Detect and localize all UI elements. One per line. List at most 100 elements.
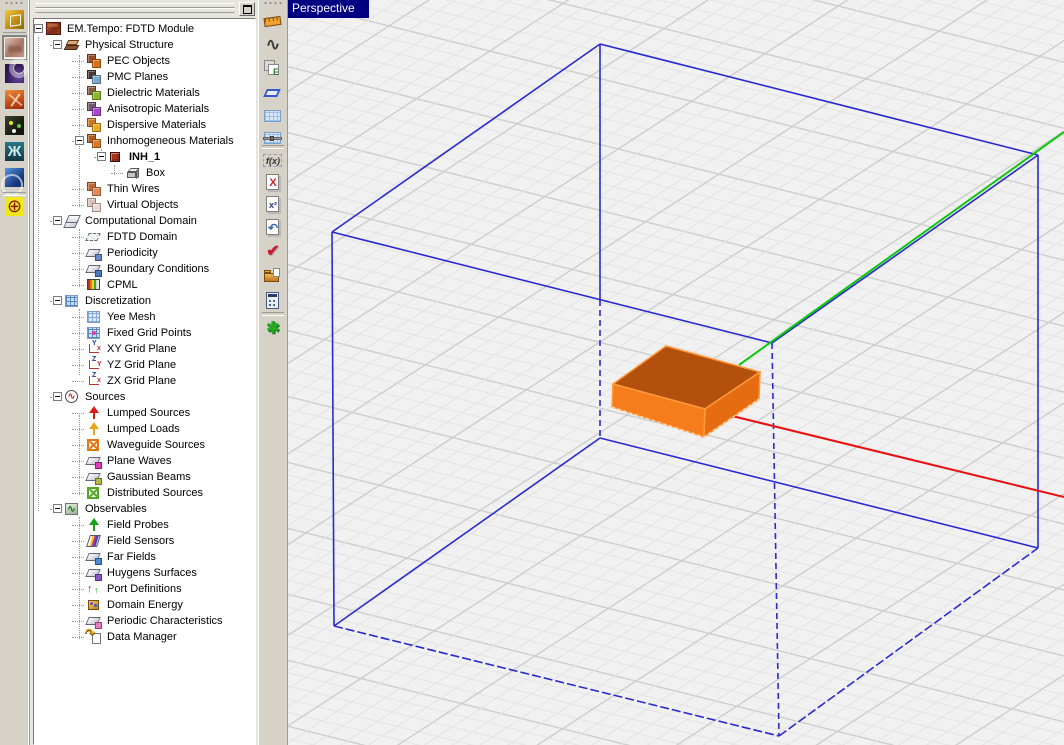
sine-curve-button[interactable]: ∿ [261, 33, 285, 57]
tree-item-discretization[interactable]: Discretization [34, 293, 255, 309]
module-toolbar: Ж⊕ [0, 0, 30, 745]
toolbar-grip[interactable] [4, 1, 24, 5]
tree-item-dielectric-materials[interactable]: Dielectric Materials [34, 85, 255, 101]
tree-item-far-fields[interactable]: Far Fields [34, 549, 255, 565]
calculator-button[interactable] [261, 289, 285, 313]
tree-item-thin-wires[interactable]: Thin Wires [34, 181, 255, 197]
boundary-conditions-icon [86, 261, 102, 277]
tree-expander[interactable] [53, 40, 62, 49]
tree-item-boundary-conditions[interactable]: Boundary Conditions [34, 261, 255, 277]
tree-item-distributed-sources[interactable]: Distributed Sources [34, 485, 255, 501]
tree-item-huygens-surfaces[interactable]: Huygens Surfaces [34, 565, 255, 581]
tree-guide-stub [72, 477, 84, 478]
molecule-icon [5, 116, 24, 135]
tree-item-periodicity[interactable]: Periodicity [34, 245, 255, 261]
tree-item-lumped-loads[interactable]: Lumped Loads [34, 421, 255, 437]
tree-item-waveguide-sources[interactable]: Waveguide Sources [34, 437, 255, 453]
tree-item-xy-grid-plane[interactable]: YxXY Grid Plane [34, 341, 255, 357]
tree-item-observables[interactable]: ∿Observables [34, 501, 255, 517]
orange-rays-module-button[interactable] [2, 87, 27, 112]
delete-x-button[interactable]: X [261, 171, 285, 195]
tree-item-domain-energy[interactable]: Domain Energy [34, 597, 255, 613]
tree-item-fdtd-domain[interactable]: FDTD Domain [34, 229, 255, 245]
tree-item-inhomogeneous-materials[interactable]: Inhomogeneous Materials [34, 133, 255, 149]
antenna-module-button[interactable]: Ж [2, 139, 27, 164]
tree-item-gaussian-beams[interactable]: Gaussian Beams [34, 469, 255, 485]
tree-item-field-sensors[interactable]: Field Sensors [34, 533, 255, 549]
virtual-objects-icon [86, 197, 102, 213]
tree-item-sources[interactable]: ∿Sources [34, 389, 255, 405]
tree-item-zx-grid-plane[interactable]: ZxZX Grid Plane [34, 373, 255, 389]
green-star-button[interactable]: ✱ [261, 316, 285, 340]
tree-expander[interactable] [53, 392, 62, 401]
gold-cube-module-button[interactable] [2, 7, 27, 32]
tree-guide-stub [72, 429, 84, 430]
tree-item-label: Field Sensors [105, 535, 176, 548]
tree-item-periodic-characteristics[interactable]: Periodic Characteristics [34, 613, 255, 629]
yellow-globe-module-button[interactable]: ⊕ [2, 194, 27, 219]
tree-item-computational-domain[interactable]: Computational Domain [34, 213, 255, 229]
tree-item-fixed-grid-points[interactable]: Fixed Grid Points [34, 325, 255, 341]
revert-sheet-button[interactable]: ↶ [261, 216, 285, 240]
tree-item-virtual-objects[interactable]: Virtual Objects [34, 197, 255, 213]
mesh-grid-button[interactable] [261, 104, 285, 128]
tree-guide-stub [72, 557, 84, 558]
tree-item-yee-mesh[interactable]: Yee Mesh [34, 309, 255, 325]
tree-item-physical-structure[interactable]: Physical Structure [34, 37, 255, 53]
float-panel-button[interactable] [239, 2, 255, 16]
tree-expander[interactable] [53, 216, 62, 225]
tree-item-yz-grid-plane[interactable]: ZYYZ Grid Plane [34, 357, 255, 373]
purple-swirl-module-button[interactable] [2, 61, 27, 86]
em-tempo-module-button[interactable] [2, 35, 27, 60]
tree-item-data-manager[interactable]: ↷Data Manager [34, 629, 255, 645]
view-label: Perspective [288, 0, 369, 18]
field-sheets-button[interactable]: E [261, 57, 285, 81]
zx-grid-plane-icon: Zx [86, 373, 102, 389]
tree-item-pec-objects[interactable]: PEC Objects [34, 53, 255, 69]
tree-item-inh-1[interactable]: INH_1 [34, 149, 255, 165]
molecule-module-button[interactable] [2, 113, 27, 138]
blue-waves-module-button[interactable] [2, 165, 27, 190]
tree-item-plane-waves[interactable]: Plane Waves [34, 453, 255, 469]
tree-guide-stub [72, 365, 84, 366]
toolbar-grip[interactable] [263, 1, 283, 5]
tree-item-anisotropic-materials[interactable]: Anisotropic Materials [34, 101, 255, 117]
folder-document-icon [261, 264, 285, 288]
scene-canvas[interactable] [288, 0, 1064, 745]
tree-expander[interactable] [34, 24, 43, 33]
field-sensors-icon [86, 533, 102, 549]
orange-rays-icon [5, 90, 24, 109]
tree-guide-stub [72, 109, 84, 110]
tree-expander[interactable] [53, 504, 62, 513]
tree-item-port-definitions[interactable]: ↑↑Port Definitions [34, 581, 255, 597]
panel-grip[interactable] [35, 8, 235, 13]
viewport-3d[interactable]: Perspective [288, 0, 1064, 745]
tree-expander[interactable] [75, 136, 84, 145]
cpml-stripes-icon [86, 277, 102, 293]
functions-button[interactable]: f(x) [261, 149, 285, 173]
tree-guide-stub [72, 493, 84, 494]
tree-item-field-probes[interactable]: Field Probes [34, 517, 255, 533]
tree-guide-stub [72, 637, 84, 638]
variables-button[interactable]: x² [261, 193, 285, 217]
domain-plane-button[interactable] [261, 81, 285, 105]
ruler-icon [261, 9, 285, 33]
tree-item-pmc-planes[interactable]: PMC Planes [34, 69, 255, 85]
project-tree: EM.Tempo: FDTD ModulePhysical StructureP… [33, 18, 256, 745]
tree-item-label: Domain Energy [105, 599, 185, 612]
tree-item-lumped-sources[interactable]: Lumped Sources [34, 405, 255, 421]
dielectric-materials-icon [86, 85, 102, 101]
box-object-icon [125, 165, 141, 181]
ruler-button[interactable] [261, 9, 285, 33]
folder-edit-button[interactable] [261, 264, 285, 288]
tree-item-dispersive-materials[interactable]: Dispersive Materials [34, 117, 255, 133]
lumped-sources-icon [86, 405, 102, 421]
tree-item-box[interactable]: Box [34, 165, 255, 181]
validate-button[interactable]: ✔ [261, 239, 285, 263]
tree-expander[interactable] [53, 296, 62, 305]
tree-expander[interactable] [97, 152, 106, 161]
tree-guide-stub [72, 189, 84, 190]
tree-item-em-tempo-fdtd-module[interactable]: EM.Tempo: FDTD Module [34, 21, 255, 37]
anisotropic-materials-icon [86, 101, 102, 117]
tree-item-cpml[interactable]: CPML [34, 277, 255, 293]
